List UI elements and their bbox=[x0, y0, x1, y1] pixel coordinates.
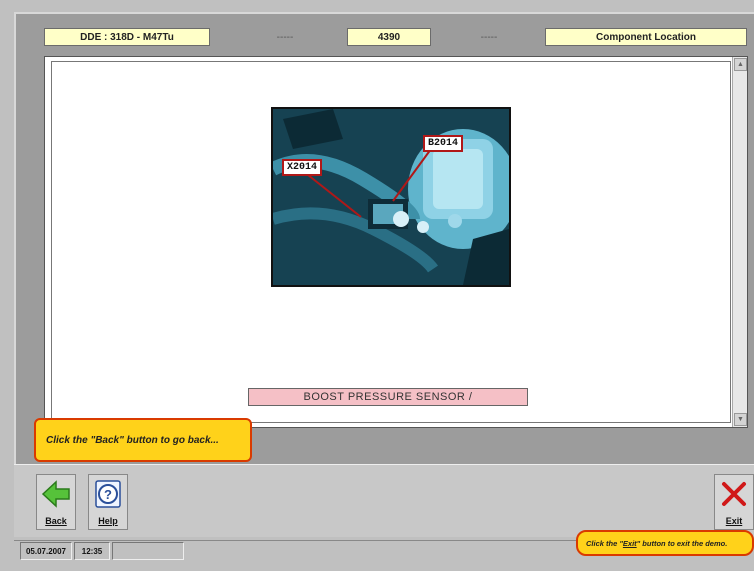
vertical-scrollbar[interactable]: ▲ ▼ bbox=[732, 57, 747, 427]
exit-tip-suffix: " button to exit the demo. bbox=[636, 538, 728, 548]
engine-bay-image bbox=[273, 109, 509, 285]
back-button-label: Back bbox=[45, 516, 67, 526]
help-icon: ? bbox=[93, 479, 123, 511]
help-button[interactable]: ? Help bbox=[88, 474, 128, 530]
component-caption: BOOST PRESSURE SENSOR / bbox=[248, 388, 528, 406]
status-time: 12:35 bbox=[74, 542, 110, 560]
callout-x2014: X2014 bbox=[282, 159, 323, 176]
callout-b2014: B2014 bbox=[423, 135, 464, 152]
back-button[interactable]: Back bbox=[36, 474, 76, 530]
svg-text:?: ? bbox=[104, 487, 112, 502]
exit-tip-balloon: Click the " Exit " button to exit the de… bbox=[576, 530, 754, 556]
exit-tip-word: Exit bbox=[622, 538, 637, 548]
arrow-left-icon bbox=[41, 479, 71, 511]
section-title-field: Component Location bbox=[545, 28, 747, 46]
ecu-field: DDE : 318D - M47Tu bbox=[44, 28, 210, 46]
exit-button-label: Exit bbox=[725, 516, 743, 526]
exit-button[interactable]: Exit bbox=[714, 474, 754, 530]
header-separator: ----- bbox=[480, 31, 498, 43]
back-tip-balloon: Click the "Back" button to go back... bbox=[34, 418, 252, 462]
status-empty-field bbox=[112, 542, 184, 560]
scroll-up-icon[interactable]: ▲ bbox=[734, 58, 747, 71]
help-button-label: Help bbox=[98, 516, 118, 526]
exit-tip-prefix: Click the " bbox=[586, 538, 623, 548]
component-photo: X2014 B2014 bbox=[271, 107, 511, 287]
header-separator: ----- bbox=[276, 31, 294, 43]
status-date: 05.07.2007 bbox=[20, 542, 72, 560]
close-icon bbox=[719, 479, 749, 511]
scroll-down-icon[interactable]: ▼ bbox=[734, 413, 747, 426]
code-field: 4390 bbox=[347, 28, 431, 46]
